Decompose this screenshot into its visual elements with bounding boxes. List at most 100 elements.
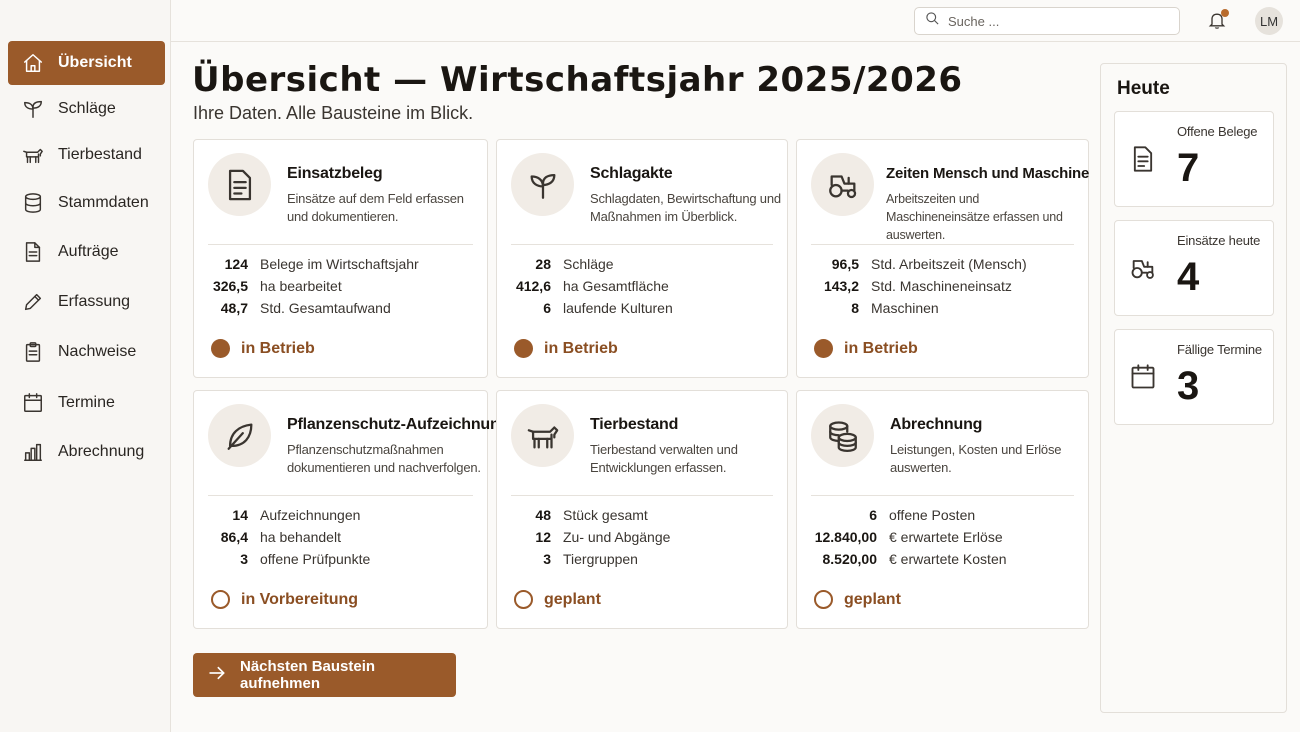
tractor-icon (811, 153, 874, 216)
sidebar-item-label: Aufträge (58, 243, 119, 260)
calendar-icon (8, 392, 58, 414)
page-subtitle: Ihre Daten. Alle Bausteine im Blick. (193, 103, 474, 123)
today-card-termine[interactable]: Fällige Termine 3 (1114, 329, 1274, 425)
sidebar-item-auftraege[interactable]: Aufträge (8, 230, 165, 274)
card-description: Leistungen, Kosten und Erlöse auswerten. (890, 442, 1062, 475)
module-card-tierbestand[interactable]: Tierbestand Tierbestand verwalten und En… (496, 390, 788, 629)
sidebar-item-label: Stammdaten (58, 194, 149, 211)
module-card-schlagakte[interactable]: Schlagakte Schlagdaten, Bewirtschaftung … (496, 139, 788, 378)
stat-label: ha Gesamtfläche (563, 278, 669, 294)
sidebar-item-termine[interactable]: Termine (8, 381, 165, 425)
status-dot (514, 590, 533, 609)
database-icon (8, 192, 58, 214)
status-dot (211, 590, 230, 609)
stat-label: Std. Gesamtaufwand (260, 300, 391, 316)
sidebar-item-label: Abrechnung (58, 443, 145, 460)
avatar[interactable]: LM (1255, 7, 1283, 35)
stat-row: 3 Tiergruppen (511, 548, 777, 570)
today-card-label: Einsätze heute (1177, 233, 1261, 248)
document-icon (208, 153, 271, 216)
sidebar-item-label: Nachweise (58, 343, 137, 360)
card-title: Tierbestand (590, 416, 679, 433)
sidebar-item-label: Tierbestand (58, 146, 142, 163)
sidebar-item-tierbestand[interactable]: Tierbestand (8, 133, 165, 177)
stat-value: 14 (232, 507, 248, 523)
today-card-offene-belege[interactable]: Offene Belege 7 (1114, 111, 1274, 207)
sidebar-item-schlaege[interactable]: Schläge (8, 87, 165, 131)
stat-value: 12 (535, 529, 551, 545)
card-title: Zeiten Mensch und Maschine (886, 165, 1090, 182)
stat-label: ha bearbeitet (260, 278, 342, 294)
stat-value: 86,4 (220, 529, 248, 545)
stat-row: 14 Aufzeichnungen (208, 504, 477, 526)
card-stats: 28 Schläge 412,6 ha Gesamtfläche 6 laufende… (511, 253, 777, 319)
stat-row: 48 Stück gesamt (511, 504, 777, 526)
card-title: Schlagakte (590, 165, 673, 182)
topbar: LM (171, 0, 1300, 42)
today-title: Heute (1117, 78, 1170, 99)
status-badge: in Vorbereitung (211, 590, 358, 609)
stat-value: 326,5 (212, 278, 248, 294)
stat-label: Std. Arbeitszeit (Mensch) (871, 256, 1027, 272)
sidebar-item-stammdaten[interactable]: Stammdaten (8, 181, 165, 225)
search-input[interactable] (948, 13, 1168, 29)
card-stats: 6 offene Posten 12.840,00 € erwartete Erlö… (797, 504, 1078, 570)
status-dot (814, 339, 833, 358)
clipboard-icon (8, 341, 58, 363)
module-card-zeiten[interactable]: Zeiten Mensch und Maschine Arbeitszeiten… (796, 139, 1089, 378)
stat-row: 8.520,00 € erwartete Kosten (797, 548, 1078, 570)
status-label: in Betrieb (241, 339, 315, 357)
notifications-button[interactable] (1207, 9, 1229, 33)
stat-row: 12.840,00 € erwartete Erlöse (797, 526, 1078, 548)
sidebar-item-uebersicht[interactable]: Übersicht (8, 41, 165, 85)
sidebar-item-label: Termine (58, 394, 115, 411)
tractor-icon (1129, 254, 1157, 282)
status-dot (814, 590, 833, 609)
stat-row: 124 Belege im Wirtschaftsjahr (208, 253, 477, 275)
status-label: in Betrieb (844, 339, 918, 357)
notification-dot (1221, 9, 1229, 17)
stat-row: 6 offene Posten (797, 504, 1078, 526)
card-description: Arbeitszeiten und Maschineneinsätze erfa… (886, 192, 1063, 242)
search-box[interactable] (914, 7, 1180, 35)
divider (511, 244, 773, 245)
card-description: Einsätze auf dem Feld erfassen und dokum… (287, 191, 464, 224)
stat-row: 86,4 ha behandelt (208, 526, 477, 548)
divider (811, 244, 1074, 245)
sidebar-item-abrechnung[interactable]: Abrechnung (8, 430, 165, 474)
stat-label: laufende Kulturen (563, 300, 673, 316)
stat-row: 326,5 ha bearbeitet (208, 275, 477, 297)
module-card-abrechnung[interactable]: Abrechnung Leistungen, Kosten und Erlöse… (796, 390, 1089, 629)
next-module-button[interactable]: Nächsten Baustein aufnehmen (193, 653, 456, 697)
calendar-icon (1129, 363, 1157, 391)
status-label: geplant (844, 590, 901, 608)
divider (208, 244, 473, 245)
card-description: Tierbestand verwalten und Entwicklungen … (590, 442, 738, 475)
today-card-value: 7 (1177, 146, 1200, 190)
stat-value: 124 (224, 256, 248, 272)
stat-row: 28 Schläge (511, 253, 777, 275)
cow-icon (511, 404, 574, 467)
today-card-einsaetze[interactable]: Einsätze heute 4 (1114, 220, 1274, 316)
sidebar-item-erfassung[interactable]: Erfassung (8, 280, 165, 324)
document-icon (8, 241, 58, 263)
stat-value: 96,5 (831, 256, 859, 272)
stat-value: 6 (869, 507, 877, 523)
stat-label: Schläge (563, 256, 614, 272)
stat-value: 12.840,00 (814, 529, 877, 545)
status-label: in Vorbereitung (241, 590, 359, 608)
coins-icon (811, 404, 874, 467)
stat-row: 412,6 ha Gesamtfläche (511, 275, 777, 297)
module-card-einsatzbeleg[interactable]: Einsatzbeleg Einsätze auf dem Feld erfas… (193, 139, 488, 378)
sidebar-item-label: Erfassung (58, 293, 131, 310)
module-card-pflanzenschutz[interactable]: Pflanzenschutz-Aufzeichnung Pflanzenschu… (193, 390, 509, 629)
stat-value: 143,2 (823, 278, 859, 294)
stat-value: 28 (535, 256, 551, 272)
sidebar-item-nachweise[interactable]: Nachweise (8, 330, 165, 374)
card-title: Einsatzbeleg (287, 165, 383, 182)
stat-label: Belege im Wirtschaftsjahr (260, 256, 419, 272)
stat-value: 3 (543, 551, 551, 567)
card-stats: 14 Aufzeichnungen 86,4 ha behandelt 3 offen… (208, 504, 477, 570)
today-card-label: Fällige Termine (1177, 342, 1262, 357)
stat-row: 12 Zu- und Abgänge (511, 526, 777, 548)
